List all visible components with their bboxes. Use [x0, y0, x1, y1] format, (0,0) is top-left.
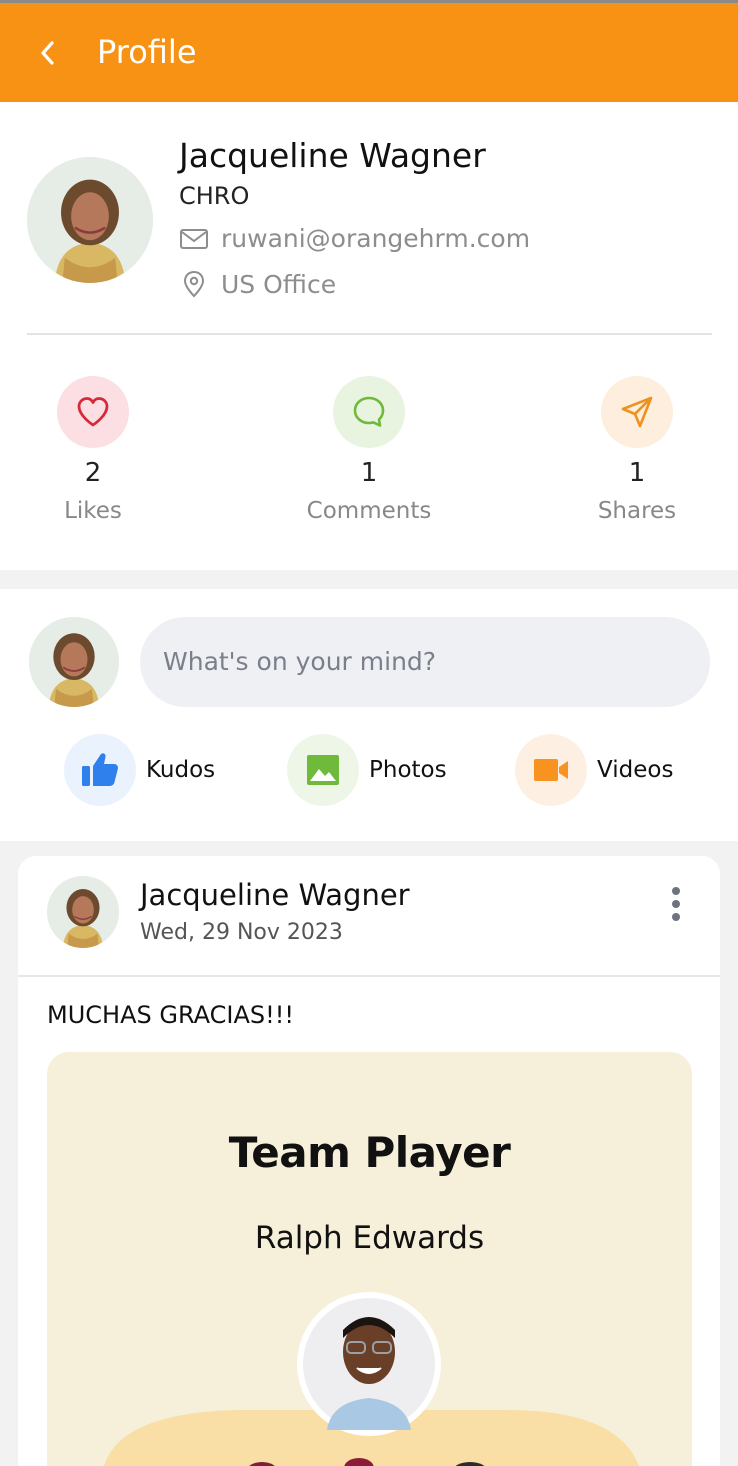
photos-label: Photos	[369, 757, 447, 783]
mail-icon	[180, 228, 208, 249]
whats-on-your-mind-input[interactable]: What's on your mind?	[140, 617, 710, 707]
kudos-label: Kudos	[146, 757, 216, 783]
post-composer: What's on your mind? Kudos Photos Videos	[0, 589, 738, 841]
profile-avatar[interactable]	[27, 157, 153, 283]
videos-icon-circle	[515, 734, 587, 806]
post-author-name[interactable]: Jacqueline Wagner	[140, 878, 410, 912]
comments-label: Comments	[306, 498, 432, 524]
profile-email-row[interactable]: ruwani@orangehrm.com	[179, 224, 530, 253]
profile-email: ruwani@orangehrm.com	[221, 224, 531, 253]
post-text: MUCHAS GRACIAS!!!	[47, 1001, 295, 1029]
app-bar: Profile	[0, 0, 738, 102]
comments-count: 1	[360, 458, 378, 488]
image-icon	[307, 755, 339, 785]
post-options-button[interactable]	[668, 886, 684, 926]
post-author-avatar[interactable]	[47, 876, 119, 948]
chevron-left-icon	[41, 41, 54, 65]
shares-label: Shares	[597, 498, 677, 524]
kudos-button[interactable]: Kudos	[64, 734, 215, 806]
recipient-avatar	[297, 1292, 441, 1436]
divider	[18, 975, 720, 977]
stat-likes[interactable]: 2 Likes	[23, 376, 163, 524]
stat-shares[interactable]: 1 Shares	[567, 376, 707, 524]
comment-icon	[353, 396, 385, 427]
likes-label: Likes	[64, 498, 122, 524]
kudos-title: Team Player	[228, 1128, 511, 1177]
videos-label: Videos	[597, 757, 674, 783]
kudos-illustration	[104, 1292, 639, 1466]
page-title: Profile	[97, 33, 197, 71]
post-date: Wed, 29 Nov 2023	[140, 920, 343, 945]
profile-role: CHRO	[179, 182, 250, 210]
profile-location-row: US Office	[179, 269, 336, 299]
more-vertical-icon	[672, 887, 680, 921]
divider	[27, 333, 712, 335]
stat-comments[interactable]: 1 Comments	[299, 376, 439, 524]
heart-icon	[77, 397, 109, 427]
profile-name: Jacqueline Wagner	[179, 136, 486, 175]
thumbs-up-icon	[82, 753, 118, 786]
shares-icon-circle	[601, 376, 673, 448]
videos-button[interactable]: Videos	[515, 734, 673, 806]
back-button[interactable]	[34, 31, 66, 75]
video-camera-icon	[534, 759, 568, 781]
profile-location: US Office	[221, 269, 337, 299]
shares-count: 1	[628, 458, 646, 488]
kudos-recipient: Ralph Edwards	[254, 1220, 485, 1256]
composer-avatar	[29, 617, 119, 707]
kudos-card[interactable]: Team Player Ralph Edwards	[47, 1052, 692, 1466]
post-card: Jacqueline Wagner Wed, 29 Nov 2023 MUCHA…	[18, 856, 720, 1466]
location-pin-icon	[183, 270, 205, 298]
likes-count: 2	[84, 458, 102, 488]
send-icon	[621, 396, 653, 428]
photos-button[interactable]: Photos	[287, 734, 447, 806]
photos-icon-circle	[287, 734, 359, 806]
profile-card: Jacqueline Wagner CHRO ruwani@orangehrm.…	[0, 102, 738, 570]
kudos-icon-circle	[64, 734, 136, 806]
likes-icon-circle	[57, 376, 129, 448]
comments-icon-circle	[333, 376, 405, 448]
